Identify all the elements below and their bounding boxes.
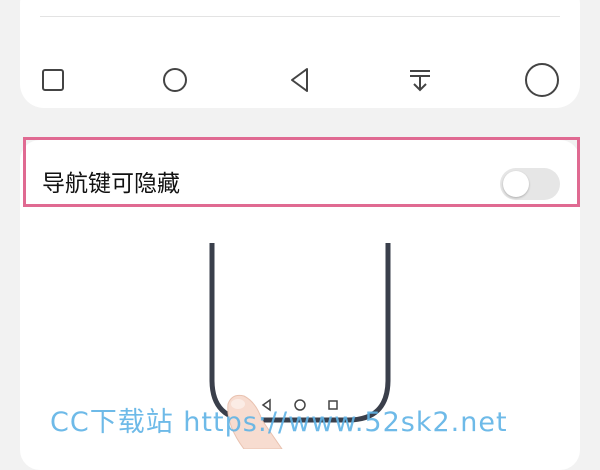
phone-illustration [209, 243, 391, 449]
watermark: CC下载站 https://www.52sk2.net [50, 407, 508, 438]
